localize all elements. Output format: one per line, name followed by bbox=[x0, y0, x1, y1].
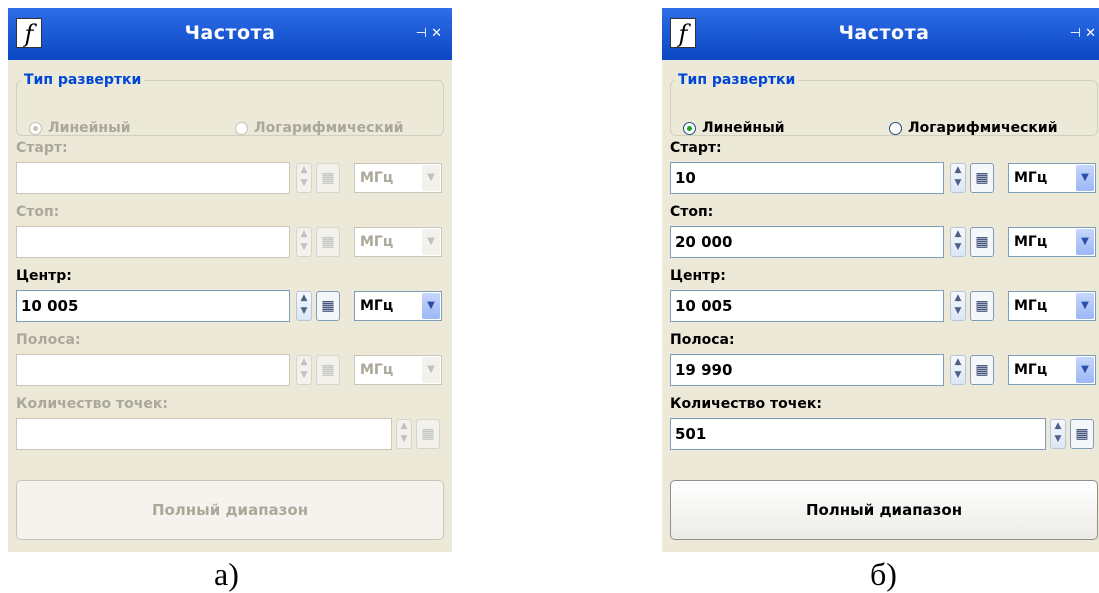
stop-spinner[interactable]: ▲ ▼ bbox=[296, 227, 312, 257]
caption-b: б) bbox=[870, 556, 897, 592]
stop-label: Стоп: bbox=[16, 204, 60, 220]
center-input[interactable]: 10 005 bbox=[670, 290, 944, 322]
caption-a: а) bbox=[214, 556, 239, 592]
chevron-down-icon: ▼ bbox=[1076, 293, 1094, 319]
chevron-down-icon: ▼ bbox=[1076, 165, 1094, 191]
points-calculator-icon[interactable]: ▦ bbox=[416, 419, 440, 449]
chevron-down-icon: ▼ bbox=[422, 357, 440, 383]
radio-linear[interactable]: Линейный bbox=[683, 120, 785, 136]
stop-label: Стоп: bbox=[670, 204, 714, 220]
start-calculator-icon[interactable]: ▦ bbox=[970, 163, 994, 193]
radio-dot-icon bbox=[235, 121, 248, 135]
start-input[interactable]: 10 bbox=[670, 162, 944, 194]
start-label: Старт: bbox=[16, 140, 68, 156]
radio-dot-icon bbox=[889, 121, 902, 135]
chevron-down-icon: ▼ bbox=[422, 165, 440, 191]
chevron-down-icon: ▼ bbox=[1076, 357, 1094, 383]
points-label: Количество точек: bbox=[670, 396, 822, 412]
center-calculator-icon[interactable]: ▦ bbox=[970, 291, 994, 321]
center-spinner[interactable]: ▲ ▼ bbox=[296, 291, 312, 321]
radio-log-label: Логарифмический bbox=[908, 120, 1058, 136]
center-calculator-icon[interactable]: ▦ bbox=[316, 291, 340, 321]
start-input[interactable] bbox=[16, 162, 290, 194]
start-unit-select[interactable]: МГц ▼ bbox=[1008, 163, 1096, 193]
points-spinner[interactable]: ▲ ▼ bbox=[396, 419, 412, 449]
window-title: Частота bbox=[184, 22, 276, 44]
sweep-type-legend: Тип развертки bbox=[678, 72, 796, 88]
radio-log-label: Логарифмический bbox=[254, 120, 404, 136]
bandwidth-calculator-icon[interactable]: ▦ bbox=[316, 355, 340, 385]
radio-dot-icon bbox=[683, 121, 696, 135]
center-unit-select[interactable]: МГц ▼ bbox=[354, 291, 442, 321]
title-bar: f Частота ⊣ ✕ bbox=[8, 8, 452, 60]
radio-linear[interactable]: Линейный bbox=[29, 120, 131, 136]
chevron-down-icon: ▼ bbox=[422, 293, 440, 319]
sweep-type-legend: Тип развертки bbox=[24, 72, 142, 88]
center-label: Центр: bbox=[670, 268, 726, 284]
sweep-type-group: Тип развертки Линейный Логарифмический bbox=[670, 72, 1098, 136]
points-label: Количество точек: bbox=[16, 396, 168, 412]
frequency-panel-b: f Частота ⊣ ✕ Тип развертки Линейный Лог… bbox=[662, 8, 1099, 552]
start-spinner[interactable]: ▲ ▼ bbox=[950, 163, 966, 193]
start-calculator-icon[interactable]: ▦ bbox=[316, 163, 340, 193]
bandwidth-unit-select[interactable]: МГц ▼ bbox=[1008, 355, 1096, 385]
center-input[interactable]: 10 005 bbox=[16, 290, 290, 322]
radio-log[interactable]: Логарифмический bbox=[235, 120, 404, 136]
stop-spinner[interactable]: ▲ ▼ bbox=[950, 227, 966, 257]
stop-unit-select[interactable]: МГц ▼ bbox=[1008, 227, 1096, 257]
bandwidth-unit-select[interactable]: МГц ▼ bbox=[354, 355, 442, 385]
bandwidth-input[interactable] bbox=[16, 354, 290, 386]
bandwidth-input[interactable]: 19 990 bbox=[670, 354, 944, 386]
bandwidth-label: Полоса: bbox=[16, 332, 81, 348]
bandwidth-label: Полоса: bbox=[670, 332, 735, 348]
points-calculator-icon[interactable]: ▦ bbox=[1070, 419, 1094, 449]
chevron-down-icon: ▼ bbox=[422, 229, 440, 255]
start-spinner[interactable]: ▲ ▼ bbox=[296, 163, 312, 193]
pin-close-buttons[interactable]: ⊣ ✕ bbox=[416, 26, 442, 41]
radio-linear-label: Линейный bbox=[702, 120, 785, 136]
full-range-button[interactable]: Полный диапазон bbox=[16, 480, 444, 540]
title-bar: f Частота ⊣ ✕ bbox=[662, 8, 1099, 60]
stop-unit-select[interactable]: МГц ▼ bbox=[354, 227, 442, 257]
pin-close-buttons[interactable]: ⊣ ✕ bbox=[1070, 26, 1096, 41]
center-spinner[interactable]: ▲ ▼ bbox=[950, 291, 966, 321]
radio-linear-label: Линейный bbox=[48, 120, 131, 136]
sweep-type-group: Тип развертки Линейный Логарифмический bbox=[16, 72, 444, 136]
stop-calculator-icon[interactable]: ▦ bbox=[970, 227, 994, 257]
stop-calculator-icon[interactable]: ▦ bbox=[316, 227, 340, 257]
center-label: Центр: bbox=[16, 268, 72, 284]
bandwidth-spinner[interactable]: ▲ ▼ bbox=[950, 355, 966, 385]
start-unit-select[interactable]: МГц ▼ bbox=[354, 163, 442, 193]
window-title: Частота bbox=[838, 22, 930, 44]
center-unit-select[interactable]: МГц ▼ bbox=[1008, 291, 1096, 321]
start-label: Старт: bbox=[670, 140, 722, 156]
radio-log[interactable]: Логарифмический bbox=[889, 120, 1058, 136]
chevron-down-icon: ▼ bbox=[1076, 229, 1094, 255]
radio-dot-icon bbox=[29, 121, 42, 135]
stop-input[interactable]: 20 000 bbox=[670, 226, 944, 258]
points-input[interactable] bbox=[16, 418, 392, 450]
full-range-button[interactable]: Полный диапазон bbox=[670, 480, 1098, 540]
frequency-panel-a: f Частота ⊣ ✕ Тип развертки Линейный Лог… bbox=[8, 8, 452, 552]
stop-input[interactable] bbox=[16, 226, 290, 258]
bandwidth-spinner[interactable]: ▲ ▼ bbox=[296, 355, 312, 385]
points-spinner[interactable]: ▲ ▼ bbox=[1050, 419, 1066, 449]
points-input[interactable]: 501 bbox=[670, 418, 1046, 450]
bandwidth-calculator-icon[interactable]: ▦ bbox=[970, 355, 994, 385]
